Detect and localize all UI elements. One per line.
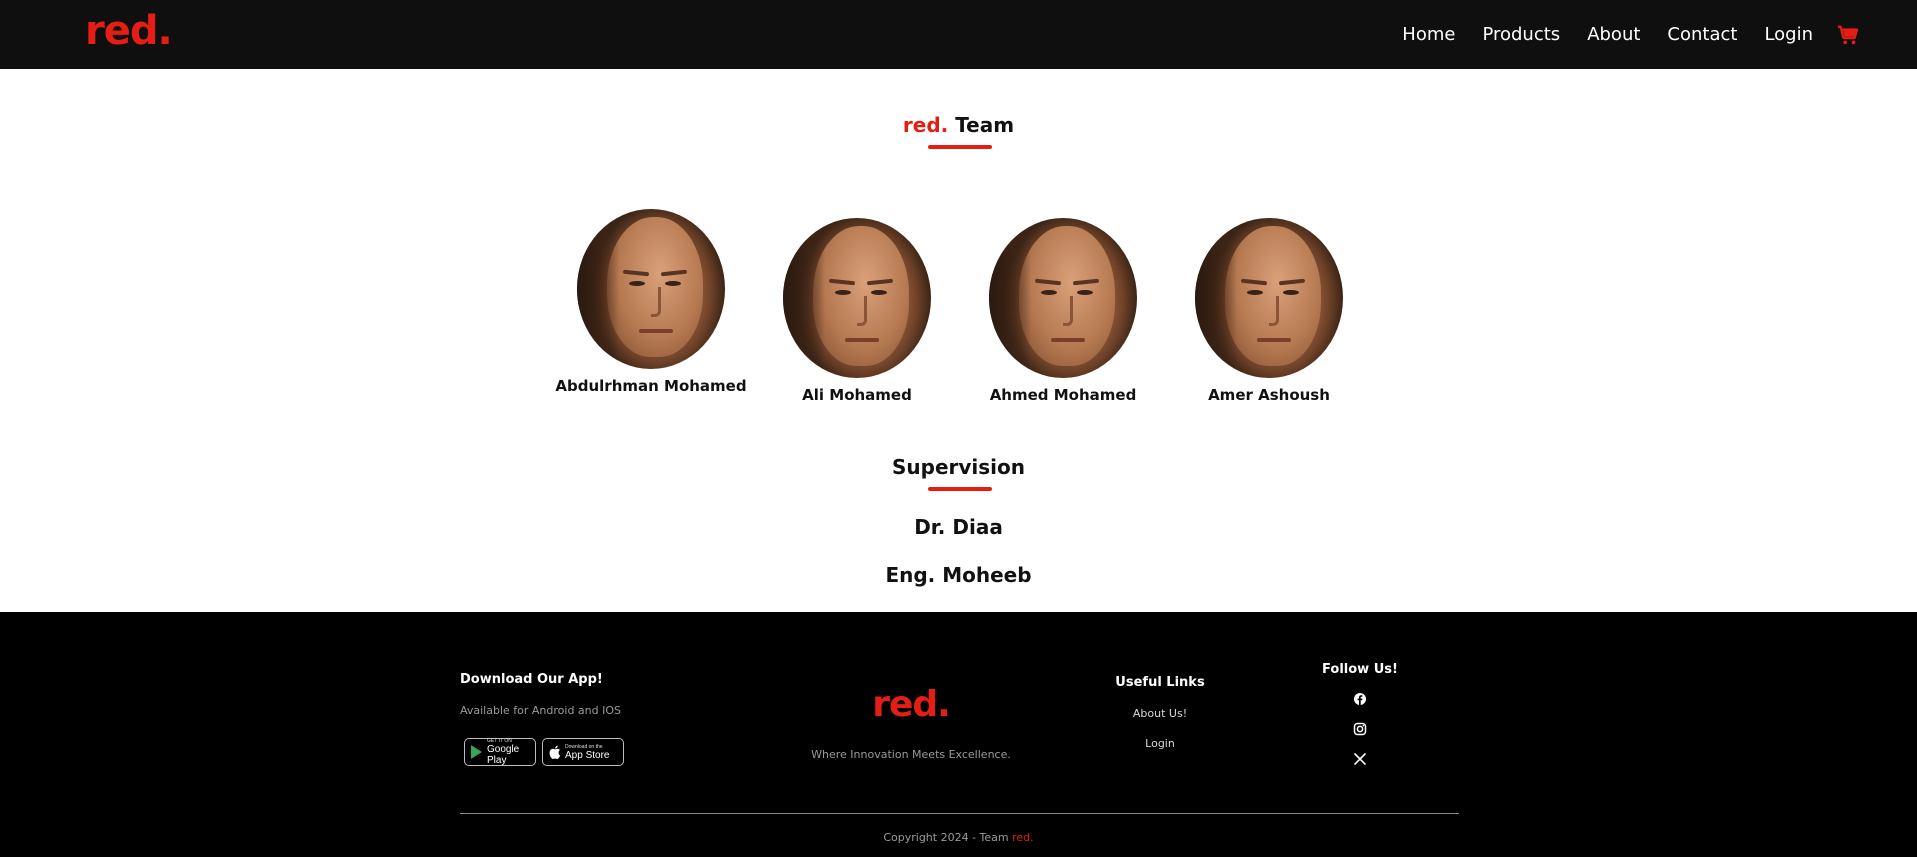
footer: Download Our App! Available for Android … xyxy=(0,612,1917,857)
team-member-card: Ali Mohamed xyxy=(754,218,960,404)
nav-link-contact[interactable]: Contact xyxy=(1667,24,1737,45)
navbar: red. Home Products About Contact Login xyxy=(0,0,1917,69)
copyright-brand: red. xyxy=(1012,831,1034,844)
team-title-text: Team xyxy=(948,113,1015,137)
nav-menu: Home Products About Contact Login xyxy=(1375,0,1859,69)
team-member-card: Abdulrhman Mohamed xyxy=(548,209,754,395)
member-name: Abdulrhman Mohamed xyxy=(555,377,747,395)
team-member-card: Ahmed Mohamed xyxy=(960,218,1166,404)
team-title-brand: red. xyxy=(902,113,949,137)
footer-copyright: Copyright 2024 - Team red. xyxy=(0,831,1917,844)
nav-link-login[interactable]: Login xyxy=(1764,24,1813,45)
supervisor-name: Eng. Moheeb xyxy=(885,563,1032,587)
member-name: Ali Mohamed xyxy=(802,386,912,404)
facebook-icon[interactable] xyxy=(1353,692,1367,706)
member-avatar xyxy=(989,218,1137,378)
team-title-underline xyxy=(928,145,992,149)
supervision-title-underline xyxy=(928,487,992,491)
footer-link-about-us[interactable]: About Us! xyxy=(1100,707,1220,720)
member-avatar xyxy=(783,218,931,378)
instagram-icon[interactable] xyxy=(1353,722,1367,736)
nav-link-about[interactable]: About xyxy=(1587,24,1640,45)
member-avatar xyxy=(577,209,725,369)
shopping-cart-icon[interactable] xyxy=(1837,24,1859,46)
member-avatar xyxy=(1195,218,1343,378)
brand-logo[interactable]: red. xyxy=(85,8,173,54)
supervisor-name: Dr. Diaa xyxy=(914,515,1003,539)
footer-tagline: Where Innovation Meets Excellence. xyxy=(811,748,1011,761)
member-name: Ahmed Mohamed xyxy=(989,386,1137,404)
follow-us-title: Follow Us! xyxy=(1322,662,1398,677)
supervision-title: Supervision xyxy=(891,455,1026,479)
member-name: Amer Ashoush xyxy=(1208,386,1330,404)
nav-link-products[interactable]: Products xyxy=(1482,24,1560,45)
footer-link-login[interactable]: Login xyxy=(1100,737,1220,750)
x-twitter-icon[interactable] xyxy=(1353,752,1367,766)
footer-divider xyxy=(460,813,1459,814)
team-member-card: Amer Ashoush xyxy=(1166,218,1372,404)
team-title: red. Team xyxy=(0,113,1917,137)
footer-brand-logo: red. xyxy=(872,684,951,725)
copyright-text: Copyright 2024 - Team xyxy=(883,831,1013,844)
nav-link-home[interactable]: Home xyxy=(1402,24,1455,45)
useful-links-title: Useful Links xyxy=(1115,675,1205,690)
